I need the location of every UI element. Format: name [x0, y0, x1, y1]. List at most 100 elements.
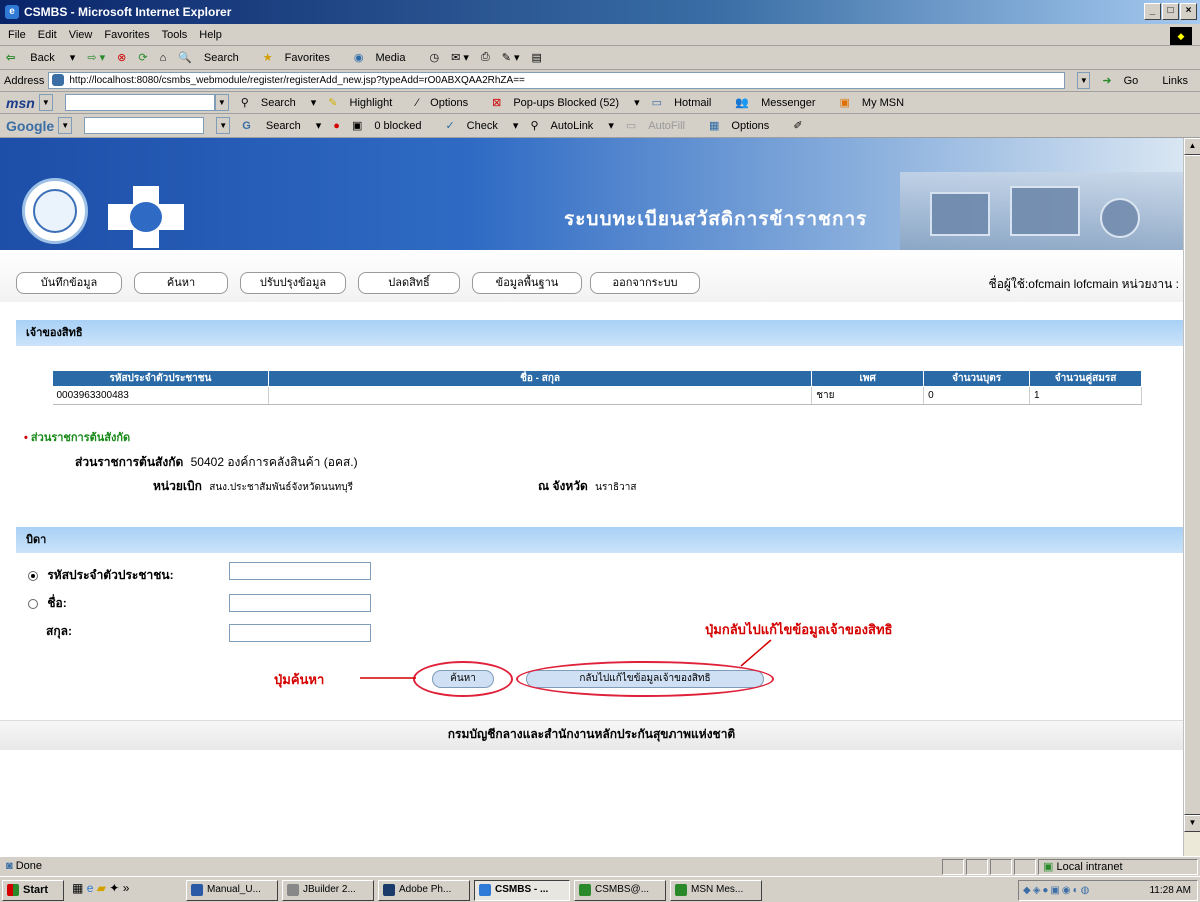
google-new-icon[interactable]: ●	[333, 120, 340, 132]
task-csmbs-msn[interactable]: CSMBS@...	[574, 880, 666, 901]
task-manual[interactable]: Manual_U...	[186, 880, 278, 901]
popup-blocker-button[interactable]: ▣ 0 blocked	[352, 119, 434, 132]
search-toolbar-button[interactable]: 🔍 Search	[178, 51, 251, 64]
home-icon[interactable]: ⌂	[160, 52, 167, 64]
msn-search-dropdown[interactable]: ▼	[214, 94, 229, 111]
back-button[interactable]: ⇦ Back ▾	[6, 51, 75, 64]
status-cell	[966, 859, 988, 875]
msn-search-input[interactable]	[64, 94, 215, 111]
nav-search[interactable]: ค้นหา	[134, 272, 228, 294]
id-label: รหัสประจำตัวประชาชน:	[47, 568, 174, 582]
menu-tools[interactable]: Tools	[162, 29, 188, 41]
google-search-dropdown[interactable]: ▼	[216, 117, 231, 134]
name-radio-row[interactable]: ชื่อ:	[28, 594, 67, 613]
surname-input[interactable]	[229, 624, 371, 642]
task-msn-messenger[interactable]: MSN Mes...	[670, 880, 762, 901]
links-button[interactable]: Links	[1162, 75, 1188, 87]
folder-quicklaunch-icon[interactable]: ▰	[97, 881, 106, 895]
nav-basic-data[interactable]: ข้อมูลพื้นฐาน	[472, 272, 582, 294]
cell-gender: ชาย	[811, 386, 925, 405]
edit-icon[interactable]: ✎ ▾	[502, 51, 520, 64]
discuss-icon[interactable]: ▤	[532, 51, 542, 64]
mymsn-button[interactable]: ▣ My MSN	[840, 96, 917, 109]
nav-logout[interactable]: ออกจากระบบ	[590, 272, 700, 294]
surname-label: สกุล:	[46, 624, 72, 638]
address-input[interactable]: http://localhost:8080/csmbs_webmodule/re…	[48, 72, 1066, 89]
minimize-button[interactable]: _	[1144, 3, 1161, 20]
menu-view[interactable]: View	[69, 29, 93, 41]
owner-table-header: รหัสประจำตัวประชาชน ชื่อ - สกุล เพศ จำนว…	[52, 370, 1142, 387]
media-button[interactable]: ◉ Media	[354, 51, 418, 64]
autofill-button[interactable]: ▭ AutoFill	[626, 119, 697, 132]
task-label: Adobe Ph...	[399, 884, 452, 895]
cell-fullname	[268, 386, 813, 405]
id-radio-row[interactable]: รหัสประจำตัวประชาชน:	[28, 566, 174, 585]
messenger-button[interactable]: 👥 Messenger	[735, 96, 827, 109]
agency-label: ส่วนราชการต้นสังกัด	[75, 455, 184, 469]
radio-by-name[interactable]	[28, 598, 38, 609]
nav-save-data[interactable]: บันทึกข้อมูล	[16, 272, 122, 294]
google-search-button[interactable]: G Search ▾	[242, 119, 321, 132]
page-scrollbar[interactable]: ▲ ▼	[1183, 138, 1200, 856]
windows-logo-icon: ◆	[1170, 27, 1192, 45]
autolink-button[interactable]: ⚲ AutoLink ▾	[530, 119, 613, 132]
quicklaunch-chevron[interactable]: »	[123, 881, 130, 895]
scroll-up-arrow[interactable]: ▲	[1184, 138, 1200, 155]
msn-logo: msn	[6, 94, 35, 111]
task-adobe[interactable]: Adobe Ph...	[378, 880, 470, 901]
nav-revoke-rights[interactable]: ปลดสิทธิ์	[358, 272, 460, 294]
show-desktop-icon[interactable]: ▦	[72, 881, 83, 895]
name-label: ชื่อ:	[47, 596, 67, 610]
address-dropdown[interactable]: ▼	[1077, 72, 1091, 89]
status-cell	[1014, 859, 1036, 875]
nav-update-data[interactable]: ปรับปรุงข้อมูล	[240, 272, 346, 294]
go-button[interactable]: ➜ Go	[1102, 74, 1150, 87]
google-search-input[interactable]	[84, 117, 205, 134]
standard-toolbar: ⇦ Back ▾ ⇨ ▾ ⊗ ⟳ ⌂ 🔍 Search ★ Favorites ◉ M…	[0, 46, 1200, 70]
msn-menu-dropdown[interactable]: ▼	[38, 94, 53, 111]
menu-file[interactable]: File	[8, 29, 26, 41]
task-csmbs-ie[interactable]: CSMBS - ...	[474, 880, 570, 901]
table-row[interactable]: 0003963300483 ชาย 0 1	[52, 386, 1142, 405]
task-jbuilder[interactable]: JBuilder 2...	[282, 880, 374, 901]
jbuilder-icon	[287, 884, 299, 896]
media-icon: ◉	[353, 52, 364, 64]
history-icon[interactable]: ◷	[429, 51, 439, 64]
radio-by-id[interactable]	[28, 570, 38, 581]
task-label: JBuilder 2...	[303, 884, 356, 895]
google-menu-dropdown[interactable]: ▼	[58, 117, 73, 134]
maximize-button[interactable]: □	[1162, 3, 1179, 20]
ie-quicklaunch-icon[interactable]: e	[87, 881, 94, 895]
first-name-input[interactable]	[229, 594, 371, 612]
start-button[interactable]: Start	[2, 880, 64, 901]
stop-icon[interactable]: ⊗	[117, 51, 126, 64]
print-icon[interactable]: ⎙	[481, 51, 490, 64]
highlight-button[interactable]: ✎ Highlight	[328, 96, 404, 109]
favorites-button[interactable]: ★ Favorites	[263, 51, 342, 64]
menu-help[interactable]: Help	[199, 29, 222, 41]
menu-favorites[interactable]: Favorites	[104, 29, 149, 41]
spellcheck-button[interactable]: ✓ Check ▾	[445, 119, 518, 132]
surname-row: สกุล:	[46, 622, 72, 641]
window-title-bar[interactable]: e CSMBS - Microsoft Internet Explorer _ …	[0, 0, 1200, 24]
pencil-icon[interactable]: ✐	[793, 119, 802, 132]
citizen-id-input[interactable]	[229, 562, 371, 580]
tray-icons[interactable]: ◆◈●▣◉◐◍	[1023, 881, 1091, 900]
popups-blocked-button[interactable]: ⊠ Pop-ups Blocked (52) ▾	[492, 96, 640, 109]
app-quicklaunch-icon[interactable]: ✦	[109, 881, 119, 895]
scroll-thumb[interactable]	[1184, 155, 1200, 815]
refresh-icon[interactable]: ⟳	[138, 51, 147, 64]
menu-edit[interactable]: Edit	[38, 29, 57, 41]
google-options-button[interactable]: ▦ Options	[709, 119, 781, 132]
msn-search-button[interactable]: ⚲ Search ▾	[241, 96, 317, 109]
scroll-down-arrow[interactable]: ▼	[1184, 815, 1200, 832]
forward-button[interactable]: ⇨ ▾	[87, 51, 105, 64]
hotmail-button[interactable]: ▭ Hotmail	[652, 96, 724, 109]
mymsn-icon: ▣	[839, 97, 850, 109]
msn-options-button[interactable]: ⁄ Options	[416, 97, 480, 109]
close-button[interactable]: ×	[1180, 3, 1197, 20]
blocked-label: 0 blocked	[374, 120, 422, 132]
mail-icon[interactable]: ✉ ▾	[451, 51, 469, 64]
task-label: Manual_U...	[207, 884, 261, 895]
msn-toolbar: msn ▼ ▼ ⚲ Search ▾ ✎ Highlight ⁄ Options ⊠ P…	[0, 92, 1200, 114]
